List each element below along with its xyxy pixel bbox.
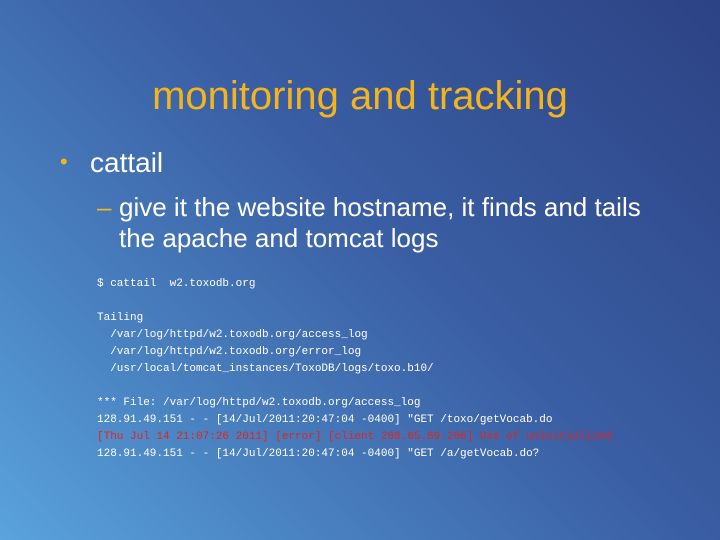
sub-bullet-item: – give it the website hostname, it finds… — [97, 192, 657, 254]
slide-title: monitoring and tracking — [152, 74, 568, 118]
terminal-line: Tailing — [97, 312, 144, 324]
terminal-output: $ cattail w2.toxodb.org Tailing /var/log/… — [97, 276, 697, 463]
terminal-line: /var/log/httpd/w2.toxodb.org/access_log — [97, 329, 368, 341]
terminal-line: *** File: /var/log/httpd/w2.toxodb.org/a… — [97, 397, 421, 409]
terminal-line: 128.91.49.151 - - [14/Jul/2011:20:47:04 … — [97, 414, 553, 426]
sub-bullet-text: give it the website hostname, it finds a… — [119, 192, 641, 253]
terminal-error-line: [Thu Jul 14 21:07:26 2011] [error] [clie… — [97, 431, 612, 443]
slide: monitoring and tracking • cattail – give … — [0, 0, 720, 540]
terminal-line: $ cattail w2.toxodb.org — [97, 278, 256, 290]
bullet-item: • cattail — [60, 146, 163, 179]
terminal-line: 128.91.49.151 - - [14/Jul/2011:20:47:04 … — [97, 448, 540, 460]
bullet-text: cattail — [90, 147, 164, 178]
terminal-line: /usr/local/tomcat_instances/ToxoDB/logs/… — [97, 363, 434, 375]
bullet-dot-icon: • — [60, 149, 68, 174]
terminal-line: /var/log/httpd/w2.toxodb.org/error_log — [97, 346, 362, 358]
sub-bullet-dash-icon: – — [97, 192, 112, 222]
